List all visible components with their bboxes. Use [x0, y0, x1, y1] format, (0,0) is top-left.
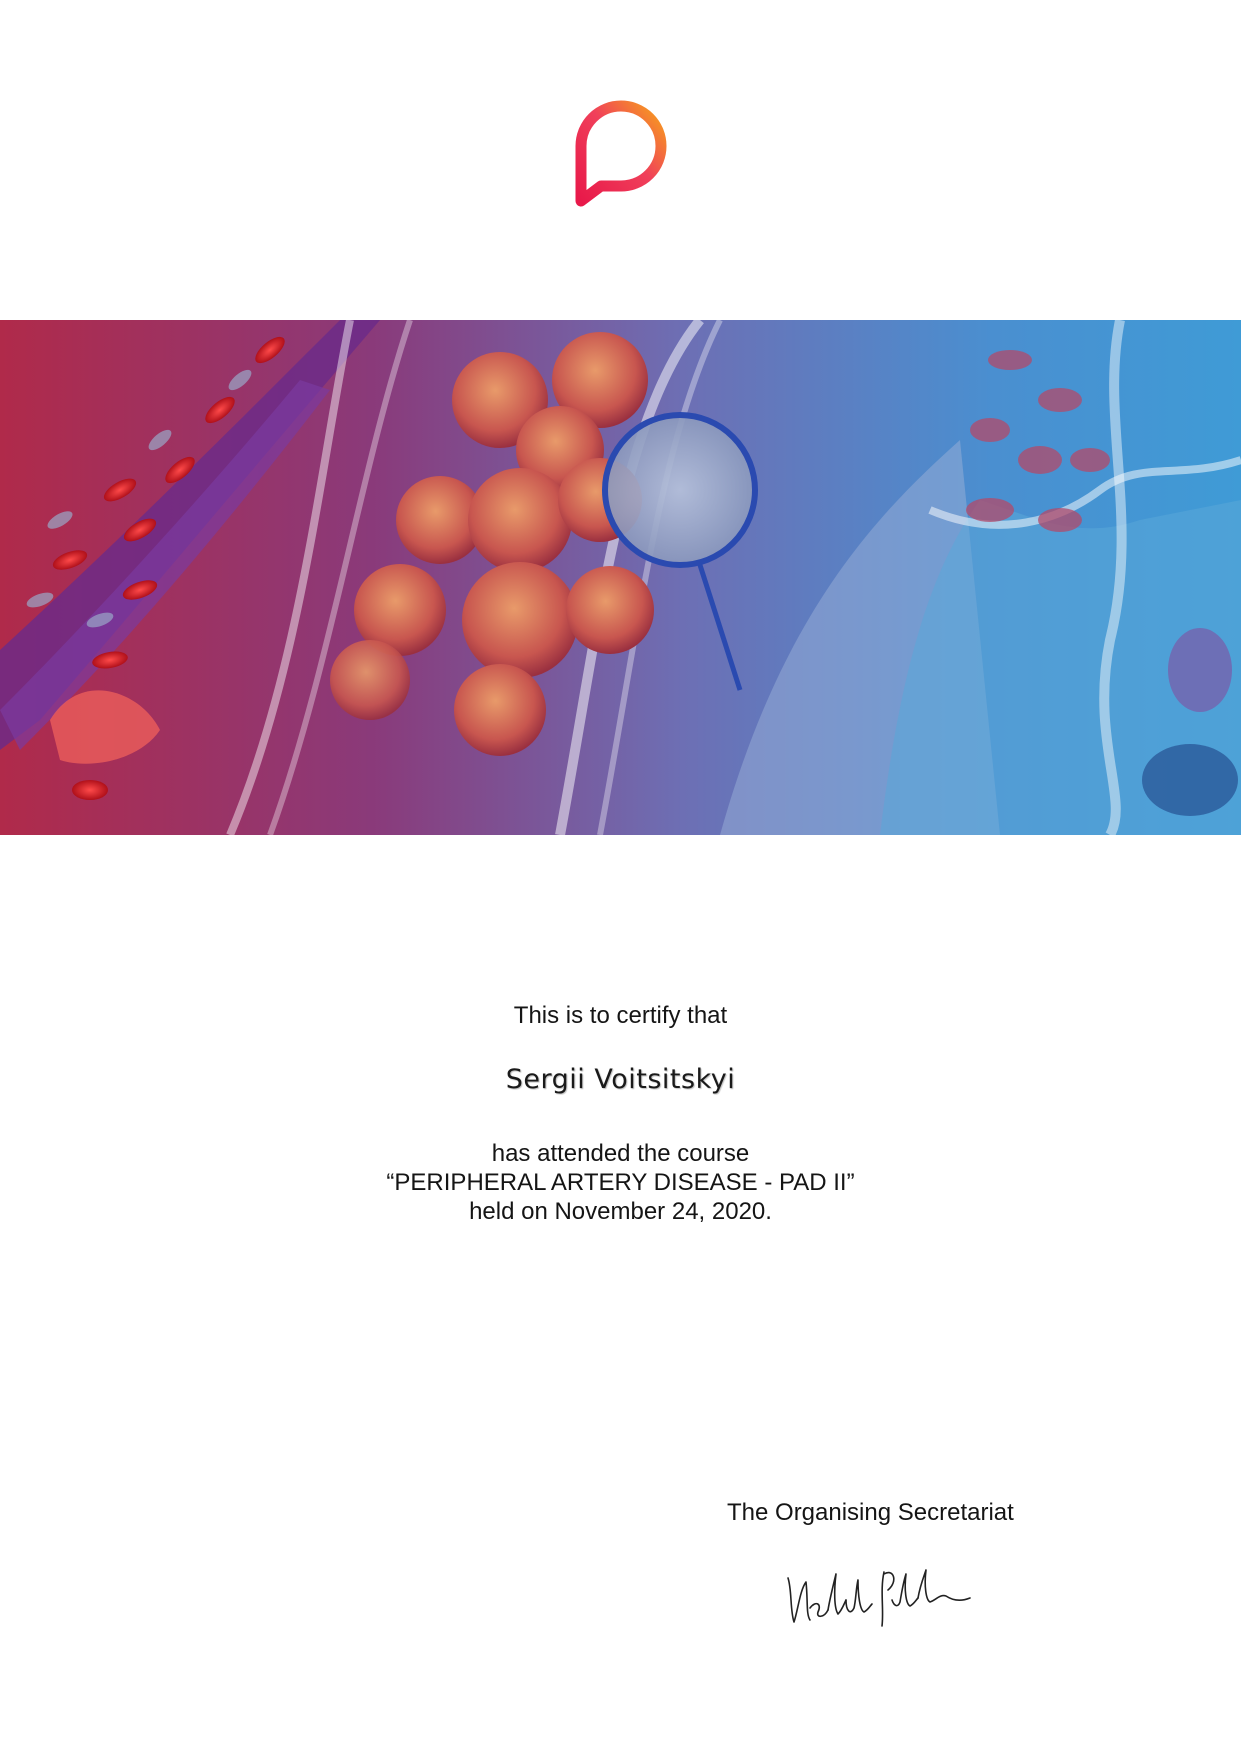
recipient-name: Sergii Voitsitskyi	[505, 1064, 736, 1095]
certify-intro: This is to certify that	[513, 1002, 728, 1029]
signatory-label: The Organising Secretariat	[727, 1499, 1014, 1526]
date-line: held on November 24, 2020.	[469, 1198, 772, 1225]
course-title: “PERIPHERAL ARTERY DISEASE - PAD II”	[386, 1169, 855, 1196]
logo	[571, 96, 671, 208]
handwritten-signature	[780, 1560, 980, 1630]
course-details: has attended the course “PERIPHERAL ARTE…	[0, 1139, 1241, 1226]
speech-bubble-p-logo-icon	[575, 100, 667, 207]
banner-illustration	[0, 320, 1241, 835]
blood-vessel-illustration	[0, 320, 1241, 835]
attended-line: has attended the course	[491, 1140, 750, 1167]
